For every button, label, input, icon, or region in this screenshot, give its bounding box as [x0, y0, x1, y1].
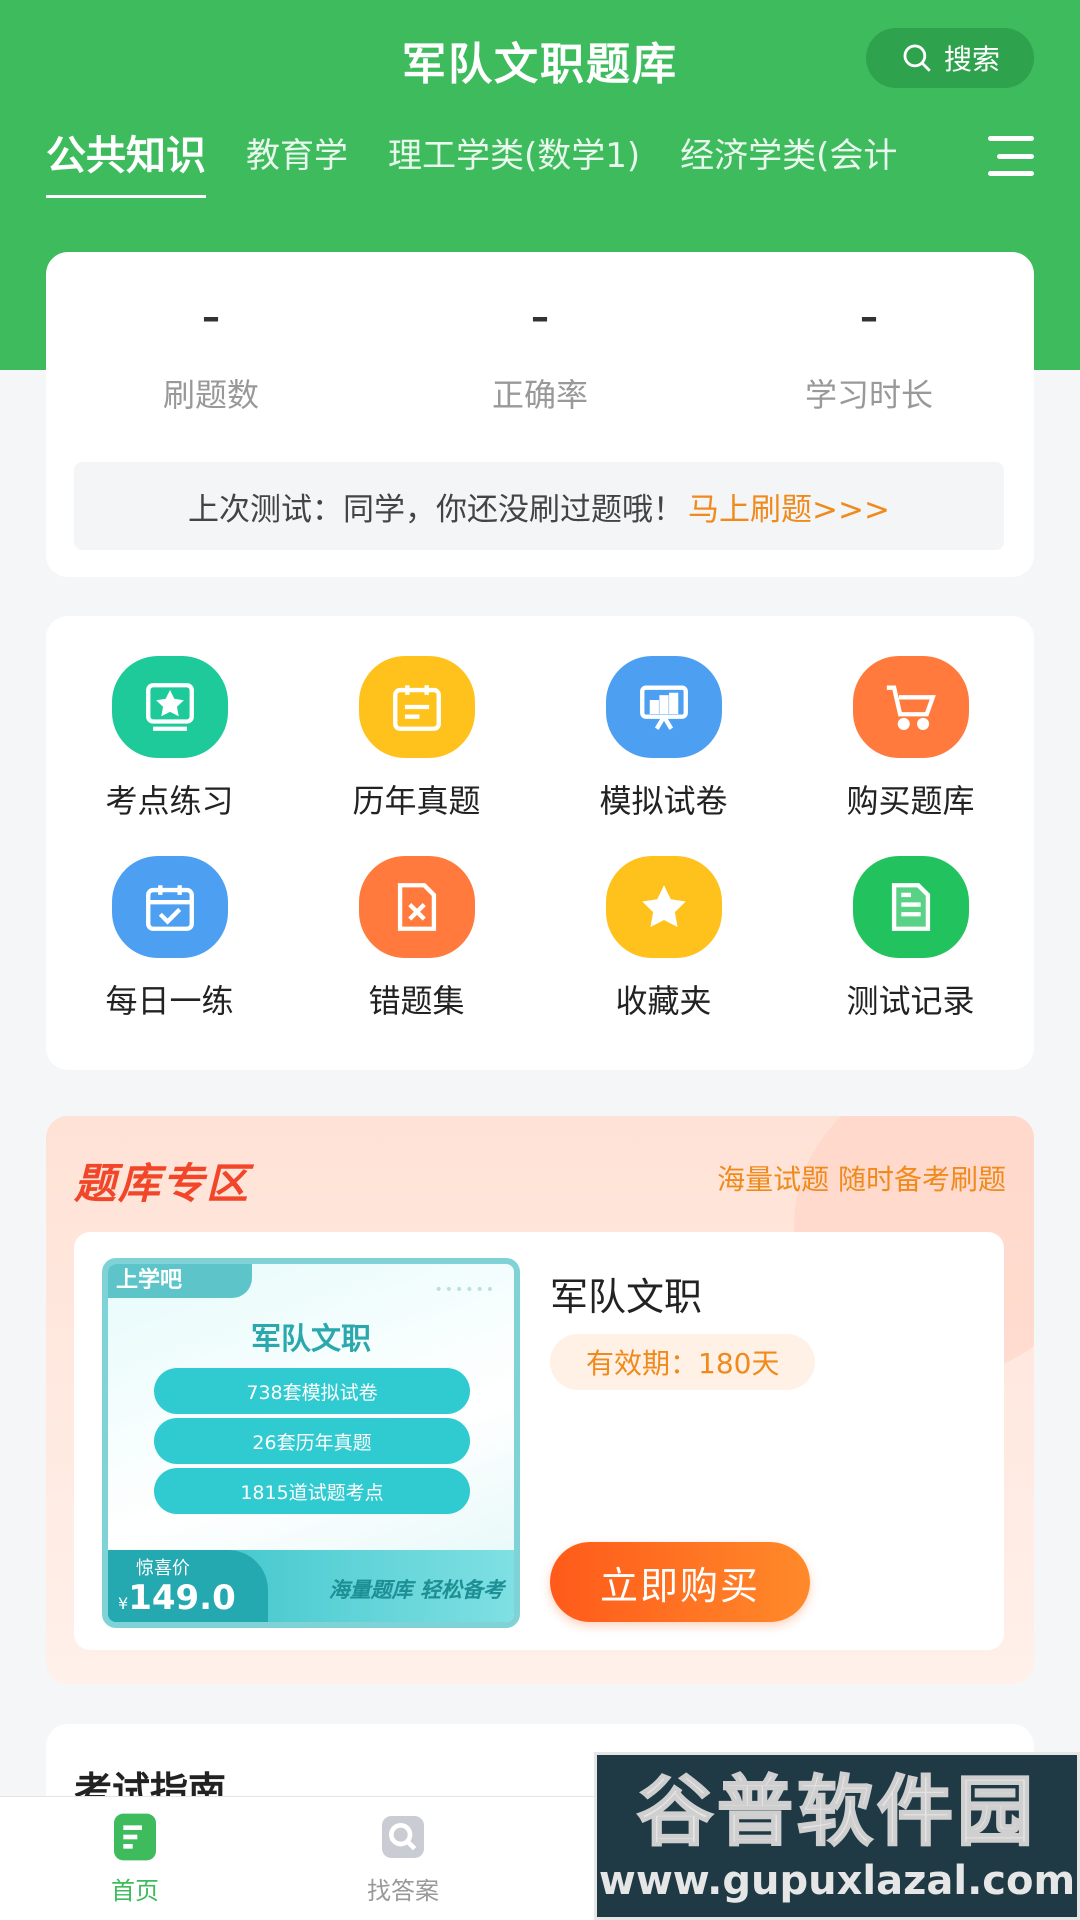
search-button[interactable]: 搜索	[866, 28, 1034, 88]
stat-questions: – 刷题数	[46, 297, 376, 416]
cover-brand-badge: 上学吧	[108, 1264, 252, 1298]
search-icon	[903, 44, 931, 72]
search-label: 搜索	[943, 43, 1000, 76]
calendar-icon	[358, 656, 475, 758]
question-bank-zone: 题库专区 海量试题 随时备考刷题 上学吧 •••••• 军队文职 738套模拟试…	[46, 1116, 1034, 1684]
price-value: ¥149.0	[118, 1578, 236, 1618]
tab-education[interactable]: 教育学	[246, 128, 348, 191]
nav-label: 首页	[111, 1877, 159, 1905]
category-tabs: 公共知识 教育学 理工学类(数学1) 经济学类(会计	[46, 128, 966, 198]
feature-test-records[interactable]: 测试记录	[787, 856, 1034, 1022]
feature-label: 购买题库	[846, 782, 975, 820]
price-label: 惊喜价	[136, 1558, 190, 1579]
watermark-url: www.gupuxlazal.com	[598, 1858, 1076, 1904]
cover-slogan: 海量题库 轻松备考	[328, 1578, 504, 1602]
feature-label: 模拟试卷	[599, 782, 728, 820]
calendar-check-icon	[111, 856, 228, 958]
cover-price-tag: 惊喜价 ¥149.0	[108, 1550, 268, 1622]
cover-pill-past: 26套历年真题	[154, 1418, 470, 1464]
home-icon	[114, 1813, 156, 1861]
nav-find-answer[interactable]: 找答案	[338, 1809, 468, 1906]
wrong-file-icon	[358, 856, 475, 958]
stat-label: 正确率	[491, 376, 588, 414]
last-test-text: 上次测试：同学，你还没刷过题哦！	[188, 491, 685, 528]
watermark-text: 谷普软件园	[636, 1766, 1037, 1857]
stat-label: 刷题数	[162, 376, 259, 414]
exam-point-icon	[111, 656, 228, 758]
promo-title: 题库专区	[74, 1159, 251, 1208]
last-test-banner[interactable]: 上次测试：同学，你还没刷过题哦！ 马上刷题>>>	[74, 462, 1004, 550]
product-card[interactable]: 上学吧 •••••• 军队文职 738套模拟试卷 26套历年真题 1815道试题…	[74, 1232, 1004, 1650]
feature-grid-card: 考点练习 历年真题 模拟试卷 购买题库 每日一练 错题集 收藏夹 测试记录	[46, 616, 1034, 1070]
promo-subtitle: 海量试题 随时备考刷题	[717, 1163, 1006, 1196]
feature-exam-points[interactable]: 考点练习	[46, 656, 293, 822]
stat-accuracy: – 正确率	[375, 297, 705, 416]
feature-favorites[interactable]: 收藏夹	[540, 856, 787, 1022]
cover-pill-points: 1815道试题考点	[154, 1468, 470, 1514]
product-name: 军队文职	[550, 1275, 703, 1319]
feature-wrong-questions[interactable]: 错题集	[293, 856, 540, 1022]
stat-label: 学习时长	[804, 376, 933, 414]
presentation-icon	[605, 656, 722, 758]
cart-icon	[852, 656, 969, 758]
menu-icon[interactable]	[988, 136, 1034, 176]
buy-now-button[interactable]: 立即购买	[550, 1542, 810, 1622]
stat-value: –	[860, 297, 878, 338]
star-icon	[605, 856, 722, 958]
start-practice-link[interactable]: 马上刷题>>>	[688, 484, 890, 529]
feature-mock-exam[interactable]: 模拟试卷	[540, 656, 787, 822]
tab-economics[interactable]: 经济学类(会计	[680, 128, 897, 191]
validity-badge: 有效期：180天	[550, 1334, 816, 1390]
stat-value: –	[202, 297, 220, 338]
feature-label: 每日一练	[105, 982, 234, 1020]
stat-study-time: – 学习时长	[704, 297, 1034, 416]
nav-home[interactable]: 首页	[70, 1809, 200, 1906]
feature-daily-practice[interactable]: 每日一练	[46, 856, 293, 1022]
stats-card: – 刷题数 – 正确率 – 学习时长 上次测试：同学，你还没刷过题哦！ 马上刷题…	[46, 252, 1034, 577]
tab-science-math[interactable]: 理工学类(数学1)	[388, 128, 640, 191]
cover-title: 军队文职	[251, 1322, 371, 1357]
document-icon	[852, 856, 969, 958]
stat-value: –	[531, 297, 549, 338]
product-cover[interactable]: 上学吧 •••••• 军队文职 738套模拟试卷 26套历年真题 1815道试题…	[102, 1258, 520, 1628]
nav-label: 找答案	[367, 1877, 439, 1905]
feature-label: 考点练习	[105, 782, 234, 820]
feature-past-papers[interactable]: 历年真题	[293, 656, 540, 822]
cover-pill-mock: 738套模拟试卷	[154, 1368, 470, 1414]
feature-label: 测试记录	[846, 982, 975, 1020]
feature-buy-bank[interactable]: 购买题库	[787, 656, 1034, 822]
feature-label: 收藏夹	[615, 982, 712, 1020]
cover-dots: ••••••	[434, 1282, 496, 1298]
feature-label: 错题集	[368, 982, 465, 1020]
watermark: 谷普软件园 www.gupuxlazal.com	[594, 1752, 1080, 1920]
find-answer-icon	[382, 1816, 424, 1858]
feature-label: 历年真题	[352, 782, 481, 820]
tab-public-knowledge[interactable]: 公共知识	[46, 128, 206, 198]
